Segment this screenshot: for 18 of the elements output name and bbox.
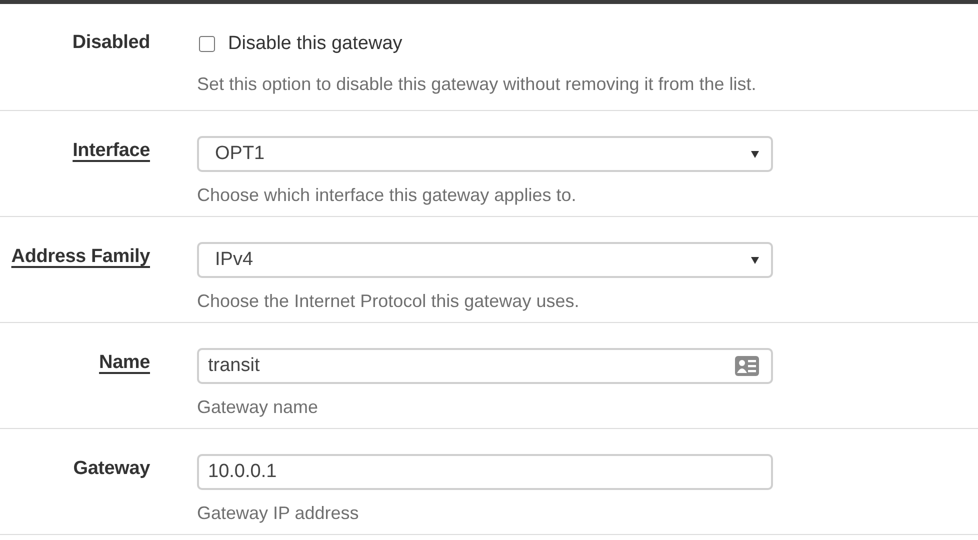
help-text: Choose which interface this gateway applies to. [197,185,578,206]
field-label: Gateway [73,458,150,480]
caret-icon [751,256,759,264]
help-text: Gateway IP address [197,503,360,524]
dropdown[interactable]: OPT1 [197,136,773,172]
help-text: Choose the Internet Protocol this gateway uses. [197,291,580,312]
checkbox-label: Disable this gateway [228,33,402,55]
field-label-link[interactable]: Address Family [11,246,150,268]
help-text: Gateway name [197,397,320,418]
dropdown[interactable]: IPv4 [197,242,773,278]
checkbox[interactable] [199,36,215,52]
help-text: Set this option to disable this gateway without removing it from the list. [197,74,758,95]
field-label-link[interactable]: Interface [72,140,150,162]
field-label: Disabled [72,32,150,54]
input-field[interactable]: 10.0.0.1 [197,454,773,490]
caret-icon [751,150,759,158]
field-label-link[interactable]: Name [99,352,150,374]
input-field[interactable]: transit [197,348,773,384]
